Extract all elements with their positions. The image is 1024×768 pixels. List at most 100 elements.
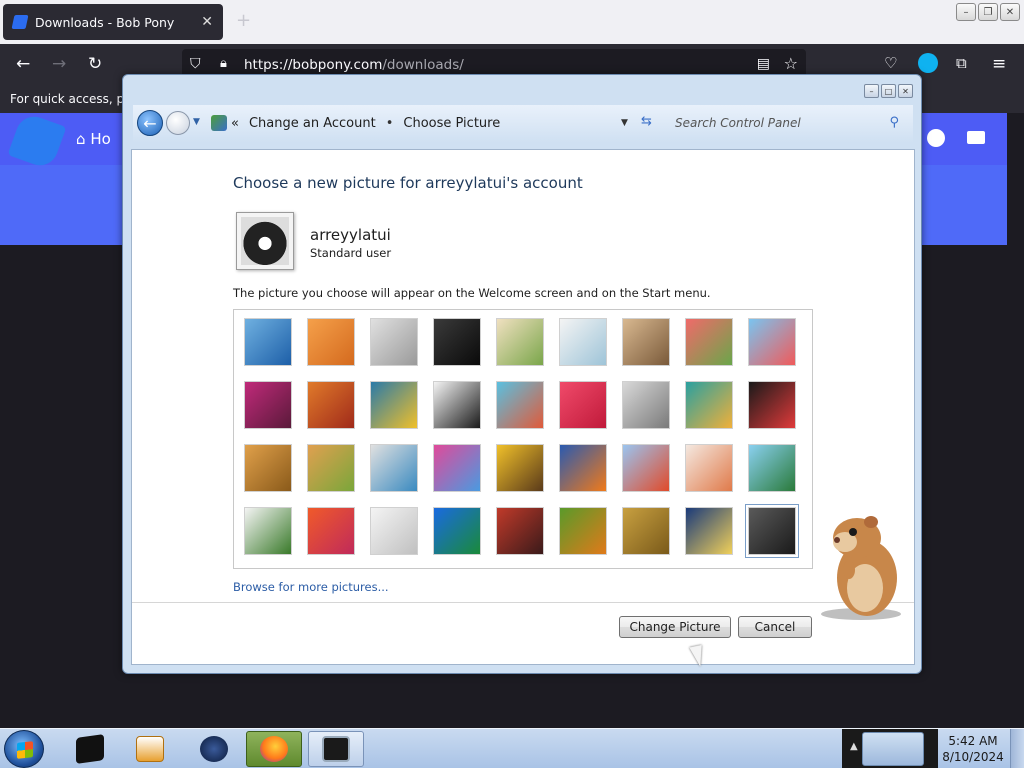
- rug-pattern-picture[interactable]: [496, 507, 544, 555]
- taskbar-item-firefox[interactable]: [246, 731, 302, 767]
- site-logo[interactable]: [7, 111, 67, 171]
- roller-coaster-picture[interactable]: [244, 318, 292, 366]
- robot-dog-picture[interactable]: [370, 318, 418, 366]
- leaf-picture[interactable]: [370, 381, 418, 429]
- page-title: Choose a new picture for arreyylatui's a…: [233, 174, 583, 192]
- toy-robot-picture[interactable]: [370, 444, 418, 492]
- gyroscope-picture[interactable]: [559, 318, 607, 366]
- shield-icon[interactable]: ⛉: [190, 56, 201, 72]
- address-dropdown-icon[interactable]: ▼: [621, 118, 628, 128]
- colorful-fabric-picture[interactable]: [433, 444, 481, 492]
- globe-icon: [200, 736, 228, 762]
- woven-fabric-picture[interactable]: [307, 507, 355, 555]
- reader-view-icon[interactable]: ▤: [757, 56, 770, 72]
- back-arrow-icon[interactable]: ←: [16, 54, 30, 74]
- daruma-doll-picture[interactable]: [685, 444, 733, 492]
- dialog-maximize-icon[interactable]: □: [881, 84, 896, 98]
- taskbar: ▲ 5:42 AM 8/10/2024: [0, 728, 1024, 768]
- control-panel-navbar: ← ▼ « Change an Account • Choose Picture…: [133, 105, 913, 143]
- lighthouse-picture[interactable]: [685, 507, 733, 555]
- pocket-icon[interactable]: ♡: [884, 54, 897, 72]
- show-desktop-button[interactable]: [1010, 729, 1024, 768]
- new-tab-button[interactable]: +: [236, 10, 251, 31]
- hamster-mascot: [821, 516, 901, 620]
- restore-icon[interactable]: ❐: [978, 3, 998, 21]
- border-collie-picture[interactable]: [433, 381, 481, 429]
- home-label: Ho: [90, 130, 111, 148]
- frame-picture[interactable]: [745, 504, 799, 558]
- tray-app-icon[interactable]: [862, 732, 924, 766]
- browser-tab[interactable]: Downloads - Bob Pony ✕: [3, 4, 223, 40]
- kitten-picture[interactable]: [622, 318, 670, 366]
- url-path: /downloads/: [382, 57, 464, 73]
- puppy-picture[interactable]: [307, 444, 355, 492]
- site-home-link[interactable]: ⌂ Ho: [76, 130, 111, 148]
- browse-more-pictures-link[interactable]: Browse for more pictures...: [233, 580, 389, 594]
- clock-date: 8/10/2024: [942, 750, 1004, 764]
- menu-hamburger-icon[interactable]: ≡: [992, 54, 1006, 74]
- refresh-icon[interactable]: ⇆: [641, 114, 652, 129]
- flower-picture[interactable]: [685, 318, 733, 366]
- taskbar-item-media[interactable]: [122, 731, 178, 767]
- fabric-stripes-picture[interactable]: [307, 381, 355, 429]
- choose-picture-window: – □ ✕ ← ▼ « Change an Account • Choose P…: [122, 74, 922, 674]
- forward-arrow-icon[interactable]: →: [52, 54, 66, 74]
- origami-crane-picture[interactable]: [748, 381, 796, 429]
- guitar-picture[interactable]: [244, 444, 292, 492]
- forward-button[interactable]: [166, 111, 190, 135]
- search-control-panel-input[interactable]: Search Control Panel ⚲: [663, 108, 907, 138]
- marbles-picture[interactable]: [370, 507, 418, 555]
- turntable-picture[interactable]: [433, 318, 481, 366]
- stairs-picture[interactable]: [685, 381, 733, 429]
- butterfly-picture[interactable]: [559, 507, 607, 555]
- green-window-picture[interactable]: [433, 507, 481, 555]
- sunflower-picture[interactable]: [496, 444, 544, 492]
- sailboat-picture[interactable]: [748, 444, 796, 492]
- bookmark-star-icon[interactable]: ☆: [784, 54, 798, 73]
- cancel-button[interactable]: Cancel: [738, 616, 812, 638]
- dialog-close-icon[interactable]: ✕: [898, 84, 913, 98]
- change-picture-button[interactable]: Change Picture: [619, 616, 731, 638]
- ball-picture[interactable]: [244, 381, 292, 429]
- breadcrumb-overflow-icon[interactable]: «: [231, 116, 239, 131]
- breadcrumb-change-account[interactable]: Change an Account: [249, 116, 376, 131]
- github-icon[interactable]: [927, 129, 945, 147]
- taskbar-item-app3[interactable]: [186, 731, 242, 767]
- minimize-icon[interactable]: –: [956, 3, 976, 21]
- search-icon[interactable]: ⚲: [889, 115, 899, 130]
- recent-pages-chevron-icon[interactable]: ▼: [193, 117, 200, 127]
- clock[interactable]: 5:42 AM 8/10/2024: [940, 733, 1006, 765]
- reload-icon[interactable]: ↻: [88, 54, 102, 74]
- close-tab-icon[interactable]: ✕: [201, 14, 213, 30]
- control-panel-icon: [211, 115, 227, 131]
- mail-icon[interactable]: [967, 131, 985, 144]
- picture-grid: [233, 309, 813, 569]
- pinwheel-picture[interactable]: [748, 318, 796, 366]
- show-hidden-icons-icon[interactable]: ▲: [850, 741, 858, 752]
- close-icon[interactable]: ✕: [1000, 3, 1020, 21]
- lucky-cat-picture[interactable]: [496, 318, 544, 366]
- url-text[interactable]: https://bobpony.com/downloads/: [244, 57, 464, 73]
- soccer-ball-picture[interactable]: [244, 507, 292, 555]
- starfish-picture[interactable]: [307, 318, 355, 366]
- dialog-minimize-icon[interactable]: –: [864, 84, 879, 98]
- hot-air-balloon-picture[interactable]: [622, 444, 670, 492]
- clock-time: 5:42 AM: [948, 734, 998, 748]
- window-icon: [322, 736, 350, 762]
- taskbar-item-window[interactable]: [308, 731, 364, 767]
- jacks-picture[interactable]: [622, 381, 670, 429]
- browser-tab-bar: Downloads - Bob Pony ✕ + – ❐ ✕: [0, 0, 1024, 44]
- breadcrumb-choose-picture[interactable]: Choose Picture: [403, 116, 500, 131]
- start-button[interactable]: [4, 730, 44, 768]
- crayons-picture[interactable]: [496, 381, 544, 429]
- extensions-puzzle-icon[interactable]: ⧉: [956, 54, 967, 72]
- back-button[interactable]: ←: [137, 110, 163, 136]
- taskbar-item-app1[interactable]: [62, 731, 118, 767]
- goldfish-picture[interactable]: [559, 444, 607, 492]
- extension-icon[interactable]: [918, 53, 938, 73]
- lock-icon[interactable]: 🔒︎: [220, 56, 227, 71]
- star-picture[interactable]: [559, 381, 607, 429]
- current-user-picture: [236, 212, 294, 270]
- media-player-icon: [136, 736, 164, 762]
- basket-weave-picture[interactable]: [622, 507, 670, 555]
